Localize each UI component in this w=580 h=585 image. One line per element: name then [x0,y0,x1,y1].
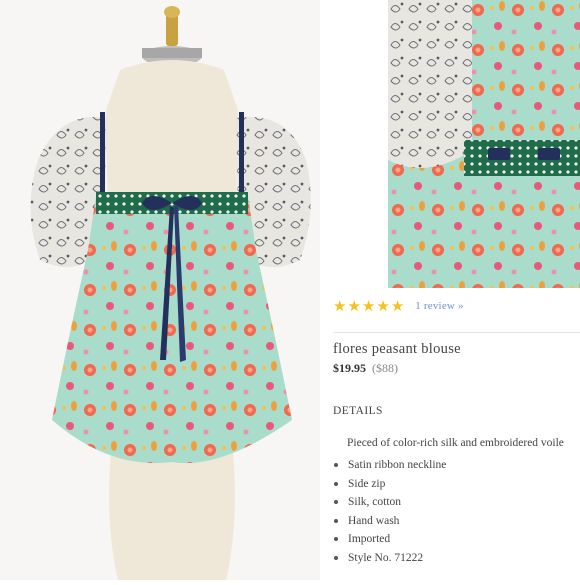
list-item: Side zip [333,475,446,494]
detail-photo [388,0,580,288]
list-item: Hand wash [333,512,446,531]
list-item: Imported [333,530,446,549]
details-list: Satin ribbon neckline Side zip Silk, cot… [333,456,446,567]
details-heading: DETAILS [333,405,383,417]
product-info-panel: ★ ★ ★ ★ ★ 1 review » flores peasant blou… [333,288,580,580]
bullet-icon [334,518,338,523]
list-item: Style No. 71222 [333,549,446,568]
blouse-illustration [30,6,311,580]
star-icon: ★ [347,297,361,315]
reviews-link[interactable]: 1 review » [415,300,463,312]
bullet-icon [334,555,338,560]
sale-price: $19.95 [333,361,366,375]
list-item: Silk, cotton [333,493,446,512]
bullet-icon [334,537,338,542]
star-icon: ★ [390,297,405,315]
detail-illustration [388,0,580,288]
band-closeup [464,140,580,176]
product-photo [0,0,320,580]
sleeve-closeup [388,0,472,168]
price-row: $19.95 ($88) [333,361,398,376]
star-icon: ★ [376,297,390,315]
details-description: Pieced of color-rich silk and embroidere… [347,437,564,449]
original-price: ($88) [372,361,398,375]
divider [333,332,580,333]
stand-finial [166,14,178,46]
rating-row: ★ ★ ★ ★ ★ 1 review » [333,298,464,314]
bullet-icon [334,481,338,486]
bullet-icon [334,463,338,468]
bullet-icon [334,500,338,505]
star-icon: ★ [333,297,347,315]
star-icon: ★ [361,297,376,315]
product-title: flores peasant blouse [333,341,461,357]
list-item: Satin ribbon neckline [333,456,446,475]
